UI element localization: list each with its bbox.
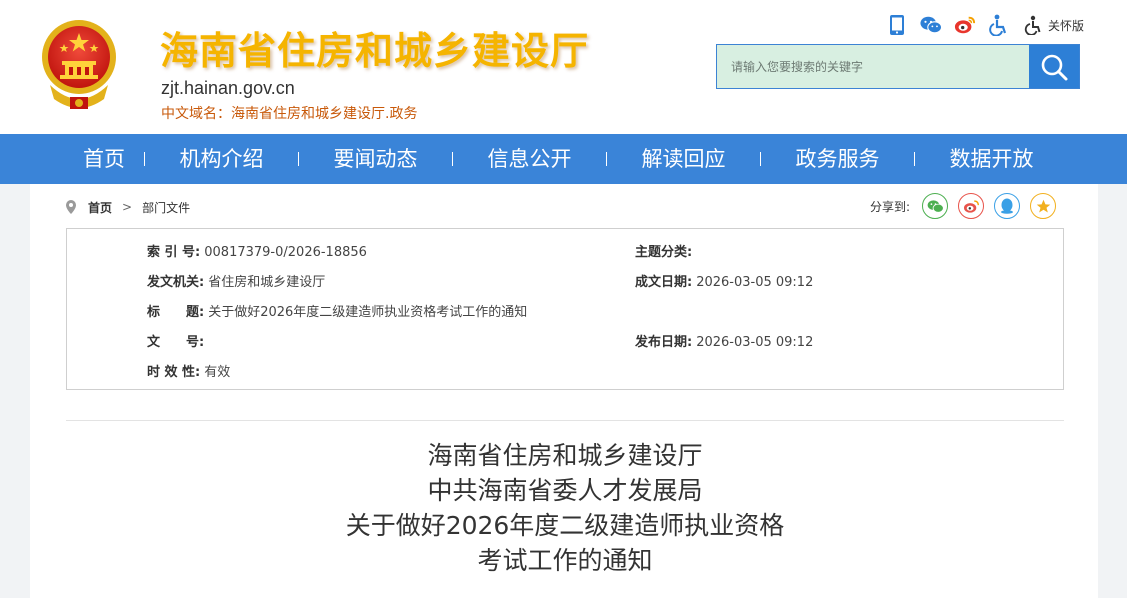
content-divider [66,420,1064,421]
breadcrumb: 首页 > 部门文件 [66,197,190,217]
cn-domain-label: 中文域名： [161,106,231,122]
weibo-icon[interactable] [954,14,976,36]
meta-title-label: 标 题: [147,305,205,320]
main-nav: 首页 机构介绍 要闻动态 信息公开 解读回应 政务服务 数据开放 [0,134,1127,184]
meta-created-value: 2026-03-05 09:12 [696,275,814,290]
site-cn-domain: 中文域名：海南省住房和城乡建设厅.政务 [161,103,417,123]
search-button[interactable] [1029,45,1079,88]
share-label: 分享到: [870,199,911,214]
search-icon [1041,54,1068,80]
document-title-line: 考试工作的通知 [477,546,653,575]
meta-validity: 时 效 性: 有效 [147,361,230,380]
share-qzone-button[interactable] [1030,193,1057,219]
care-mode-icon[interactable] [1022,14,1044,36]
share-bar: 分享到: [870,192,1066,220]
breadcrumb-current[interactable]: 部门文件 [142,199,190,216]
meta-created: 成文日期: 2026-03-05 09:12 [635,271,813,290]
care-mode-link[interactable]: 关怀版 [1048,17,1084,34]
share-qq-button[interactable] [994,193,1021,219]
meta-index-value: 00817379-0/2026-18856 [204,245,367,260]
nav-item-home[interactable]: 首页 [64,134,144,184]
breadcrumb-home[interactable]: 首页 [88,199,112,216]
meta-validity-value: 有效 [204,365,231,380]
meta-title: 标 题: 关于做好2026年度二级建造师执业资格考试工作的通知 [147,301,527,320]
top-tools: 关怀版 [886,12,1084,38]
wechat-icon [927,199,944,213]
nav-item-services[interactable]: 政务服务 [761,134,914,184]
share-weibo-button[interactable] [958,193,985,219]
document-title-line: 关于做好2026年度二级建造师执业资格 [345,511,785,540]
meta-index: 索 引 号: 00817379-0/2026-18856 [147,241,367,260]
nav-item-about[interactable]: 机构介绍 [145,134,298,184]
meta-published: 发布日期: 2026-03-05 09:12 [635,331,813,350]
meta-validity-label: 时 效 性: [147,365,201,380]
wechat-icon[interactable] [920,14,942,36]
location-pin-icon [66,200,76,214]
meta-issuer-value: 省住房和城乡建设厅 [208,275,326,290]
site-header: 海南省住房和城乡建设厅 zjt.hainan.gov.cn 中文域名：海南省住房… [0,0,1127,134]
meta-published-label: 发布日期: [635,335,693,350]
nav-item-open-data[interactable]: 数据开放 [915,134,1068,184]
qq-icon [1001,198,1014,214]
search-input[interactable] [717,45,1029,88]
qzone-star-icon [1036,199,1050,212]
meta-published-value: 2026-03-05 09:12 [696,335,814,350]
breadcrumb-separator: > [122,200,133,214]
accessibility-icon[interactable] [988,14,1010,36]
site-domain: zjt.hainan.gov.cn [161,78,295,98]
meta-index-label: 索 引 号: [147,245,201,260]
meta-topic-label: 主题分类: [635,245,693,260]
meta-issuer-label: 发文机关: [147,275,205,290]
cn-domain-value: 海南省住房和城乡建设厅.政务 [231,106,418,122]
document-title-line: 中共海南省委人才发展局 [427,476,703,505]
nav-item-interpretation[interactable]: 解读回应 [607,134,760,184]
meta-doc-no-label: 文 号: [147,335,205,350]
weibo-icon [963,199,979,213]
document-title: 海南省住房和城乡建设厅 中共海南省委人才发展局 关于做好2026年度二级建造师执… [66,438,1064,578]
meta-issuer: 发文机关: 省住房和城乡建设厅 [147,271,325,290]
nav-item-news[interactable]: 要闻动态 [299,134,452,184]
meta-created-label: 成文日期: [635,275,693,290]
meta-doc-no: 文 号: [147,331,208,350]
share-wechat-button[interactable] [922,193,949,219]
national-emblem-icon [42,20,116,109]
mobile-icon[interactable] [886,14,908,36]
site-title: 海南省住房和城乡建设厅 [160,29,590,73]
meta-topic: 主题分类: [635,241,696,260]
meta-title-value: 关于做好2026年度二级建造师执业资格考试工作的通知 [208,305,528,320]
document-title-line: 海南省住房和城乡建设厅 [427,441,703,470]
nav-item-disclosure[interactable]: 信息公开 [453,134,606,184]
search-box [716,44,1080,89]
